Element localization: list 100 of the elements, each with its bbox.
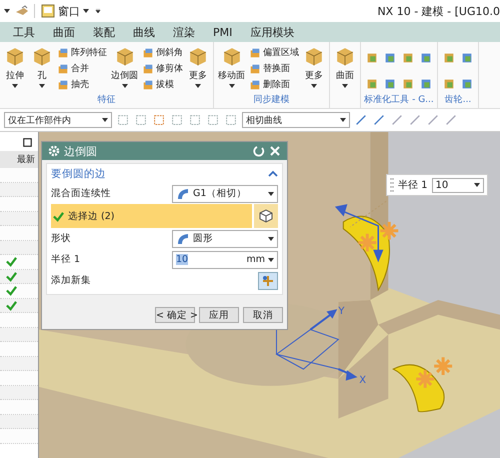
customize-icon[interactable] [95, 9, 101, 13]
caret-icon [311, 84, 317, 88]
selection-icon[interactable] [170, 113, 184, 127]
option-dropdown[interactable]: G1（相切） [172, 184, 278, 202]
ribbon-button[interactable]: 移动面 [216, 45, 247, 93]
tool-icon[interactable] [365, 51, 379, 65]
radius-input-field[interactable]: 10 [432, 178, 484, 192]
axis-label: Y [338, 306, 344, 317]
block-icon [249, 62, 261, 74]
tool-icon[interactable] [442, 51, 456, 65]
direction-arrow[interactable] [334, 204, 384, 262]
navigator-row[interactable] [0, 255, 38, 270]
handle-marker[interactable] [432, 356, 454, 376]
navigator-row[interactable] [0, 270, 38, 284]
dialog-button[interactable]: < 确定 > [155, 307, 195, 323]
caret-icon [12, 84, 18, 88]
maximize-icon[interactable] [23, 138, 32, 147]
blend-icon [176, 232, 190, 246]
ribbon-button[interactable]: 曲面 [332, 45, 358, 108]
menu-tab[interactable]: 渲染 [164, 22, 204, 42]
line-icon[interactable] [354, 113, 368, 127]
menu-tab[interactable]: 工具 [4, 22, 44, 42]
settings-icon[interactable] [48, 145, 60, 157]
line-icon[interactable] [408, 113, 422, 127]
ribbon-button[interactable]: 删除面 [248, 77, 300, 92]
menu-tab[interactable]: 装配 [84, 22, 124, 42]
dialog-button[interactable]: 应用 [199, 307, 239, 323]
ribbon-button[interactable]: 合并 [56, 61, 108, 76]
ribbon-button[interactable]: 修剪体 [141, 61, 184, 76]
menu-tab[interactable]: 曲线 [124, 22, 164, 42]
ribbon-button[interactable]: 抽壳 [56, 77, 108, 92]
caret-icon [228, 84, 234, 88]
tool-icon[interactable] [442, 77, 456, 91]
navigator-row[interactable] [0, 240, 38, 255]
menu-tab[interactable]: PMI [204, 24, 242, 40]
tool-icon[interactable] [383, 77, 397, 91]
selection-icon[interactable] [152, 113, 166, 127]
caret-icon [39, 84, 45, 88]
collapse-icon[interactable] [268, 169, 278, 179]
navigator-row[interactable] [0, 284, 38, 298]
navigator-row[interactable] [0, 212, 38, 226]
caret-icon [83, 9, 89, 13]
navigator-row[interactable] [0, 328, 38, 342]
grip-icon[interactable] [390, 177, 394, 193]
ribbon-button[interactable]: 更多 [301, 45, 327, 93]
navigator-row[interactable] [0, 356, 38, 371]
ribbon-button[interactable]: 更多 [185, 45, 211, 93]
tool-icon[interactable] [460, 77, 474, 91]
reset-icon[interactable] [253, 145, 265, 157]
selection-icon[interactable] [116, 113, 130, 127]
check-icon [6, 256, 17, 268]
ribbon-button[interactable]: 孔 [29, 45, 55, 93]
select-edge-row[interactable]: 选择边 (2) [51, 204, 252, 228]
ribbon-button[interactable]: 边倒圆 [109, 45, 140, 93]
ribbon-button[interactable]: 替换面 [248, 61, 300, 76]
tool-icon[interactable] [401, 51, 415, 65]
filter-dropdown[interactable]: 仅在工作部件内 [4, 112, 112, 128]
handle-marker[interactable] [378, 220, 400, 242]
block-icon [57, 62, 69, 74]
tool-icon[interactable] [383, 51, 397, 65]
window-menu[interactable]: 窗口 [39, 4, 91, 18]
caret-icon [268, 192, 274, 196]
tool-icon[interactable] [401, 77, 415, 91]
navigator-row[interactable] [0, 182, 38, 197]
handle-marker[interactable] [356, 232, 378, 254]
selection-icon[interactable] [206, 113, 220, 127]
handle-marker[interactable] [414, 368, 436, 390]
add-set-button[interactable] [258, 272, 278, 290]
line-icon[interactable] [372, 113, 386, 127]
navigator-row[interactable] [0, 298, 38, 313]
check-icon [6, 285, 17, 296]
radius-field[interactable]: 10 mm [172, 250, 278, 268]
dialog-button[interactable]: 取消 [243, 307, 283, 323]
check-icon [6, 270, 17, 282]
selection-icon[interactable] [224, 113, 238, 127]
tool-icon[interactable] [460, 51, 474, 65]
line-icon[interactable] [444, 113, 458, 127]
ribbon-button[interactable]: 偏置区域 [248, 45, 300, 60]
navigator-row[interactable] [0, 386, 38, 400]
ribbon-button[interactable]: 拉伸 [2, 45, 28, 93]
group-label: 标准化工具 - G... [364, 94, 434, 107]
caret-icon[interactable] [4, 9, 10, 13]
close-icon[interactable] [269, 145, 281, 157]
menu-tab[interactable]: 曲面 [44, 22, 84, 42]
selection-icon[interactable] [188, 113, 202, 127]
cube-button[interactable] [254, 204, 278, 228]
option-dropdown[interactable]: 圆形 [172, 230, 278, 248]
selection-icon[interactable] [134, 113, 148, 127]
field-label: 半径 1 [51, 253, 80, 266]
menu-tab[interactable]: 应用模块 [241, 22, 304, 42]
tool-icon[interactable] [419, 51, 433, 65]
ribbon-button[interactable]: 拔模 [141, 77, 184, 92]
tool-icon[interactable] [365, 77, 379, 91]
curve-rule-dropdown[interactable]: 相切曲线 [242, 112, 350, 128]
line-icon[interactable] [390, 113, 404, 127]
ribbon-button[interactable]: 阵列特征 [56, 45, 108, 60]
navigator-row[interactable] [0, 414, 38, 429]
ribbon-button[interactable]: 倒斜角 [141, 45, 184, 60]
line-icon[interactable] [426, 113, 440, 127]
tool-icon[interactable] [419, 77, 433, 91]
